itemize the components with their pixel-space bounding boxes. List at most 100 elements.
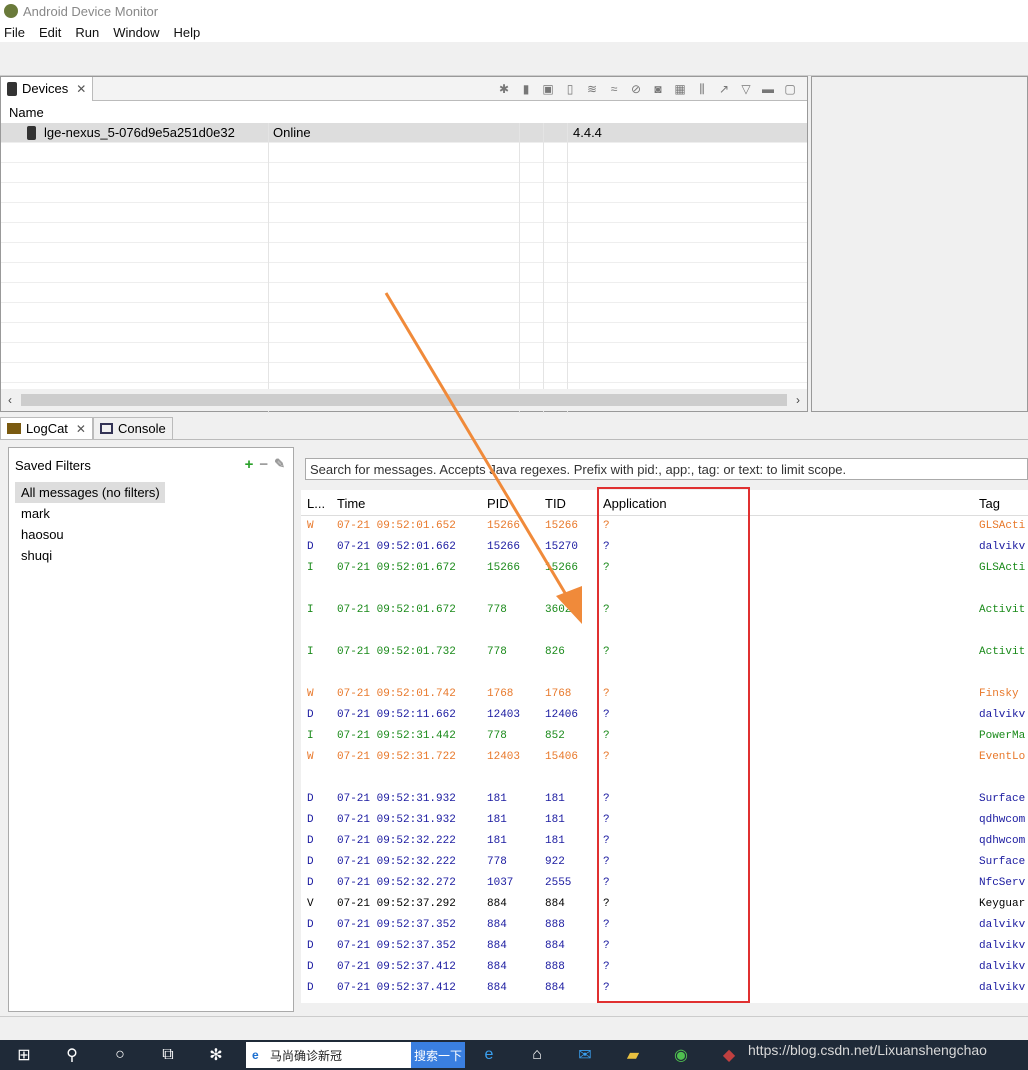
log-row[interactable]	[301, 579, 1028, 600]
log-tid: 888	[545, 919, 565, 931]
tab-devices[interactable]: Devices ✕	[1, 76, 94, 101]
column-header-name[interactable]: Name	[1, 101, 807, 123]
start-profiling-icon[interactable]: ≈	[605, 80, 623, 98]
filter-item[interactable]: All messages (no filters)	[15, 482, 165, 503]
menu-edit[interactable]: Edit	[39, 25, 61, 40]
stop-process-icon[interactable]: ⊘	[627, 80, 645, 98]
column-header-tid[interactable]: TID	[545, 496, 566, 511]
tab-console[interactable]: Console	[92, 417, 173, 439]
log-row[interactable]: W 07-21 09:52:31.722 12403 15406? EventLo	[301, 747, 1028, 768]
log-level: W	[307, 688, 314, 700]
column-header-application[interactable]: Application	[603, 496, 667, 511]
store-icon[interactable]: ⌂	[513, 1040, 561, 1070]
log-row[interactable]: D 07-21 09:52:32.222 778 922? Surface	[301, 852, 1028, 873]
log-tid: 852	[545, 730, 565, 742]
log-row[interactable]: I 07-21 09:52:31.442 778 852? PowerMa	[301, 726, 1028, 747]
taskbar-search-button[interactable]: 搜索一下	[411, 1042, 465, 1068]
log-row[interactable]: D 07-21 09:52:37.352 884 884? dalvikv	[301, 936, 1028, 957]
log-row[interactable]	[301, 768, 1028, 789]
device-row[interactable]: lge-nexus_5-076d9e5a251d0e32 Online 4.4.…	[1, 123, 807, 143]
log-tag: dalvikv	[979, 940, 1026, 952]
minimize-icon[interactable]: ▬	[759, 80, 777, 98]
log-row[interactable]: V 07-21 09:52:37.292 884 884? Keyguar	[301, 894, 1028, 915]
log-level: D	[307, 961, 314, 973]
log-level: I	[307, 562, 314, 574]
log-row[interactable]: D 07-21 09:52:37.352 884 888? dalvikv	[301, 915, 1028, 936]
log-time: 07-21 09:52:32.222	[337, 835, 456, 847]
taskbar-search-field[interactable]: e 马尚确诊新冠	[246, 1042, 411, 1068]
menu-window[interactable]: Window	[113, 25, 159, 40]
log-row[interactable]: D 07-21 09:52:11.662 12403 12406? dalvikv	[301, 705, 1028, 726]
menu-file[interactable]: File	[4, 25, 25, 40]
log-row[interactable]: D 07-21 09:52:32.272 1037 2555? NfcServ	[301, 873, 1028, 894]
tab-logcat[interactable]: LogCat ✕	[0, 417, 93, 439]
horizontal-scrollbar[interactable]: ‹ ›	[1, 389, 807, 411]
log-row[interactable]: I 07-21 09:52:01.732 778 826? Activit	[301, 642, 1028, 663]
systrace-icon[interactable]: ⫼	[693, 80, 711, 98]
tab-logcat-label: LogCat	[26, 421, 68, 436]
saved-filters-title: Saved Filters	[15, 457, 91, 473]
log-row[interactable]: D 07-21 09:52:37.412 884 888? dalvikv	[301, 957, 1028, 978]
scroll-right-icon[interactable]: ›	[789, 393, 807, 407]
menu-run[interactable]: Run	[75, 25, 99, 40]
log-row[interactable]: I 07-21 09:52:01.672 778 3602? Activit	[301, 600, 1028, 621]
column-header-pid[interactable]: PID	[487, 496, 509, 511]
scroll-thumb[interactable]	[21, 394, 787, 406]
log-row[interactable]: D 07-21 09:52:01.662 15266 15270? dalvikv	[301, 537, 1028, 558]
log-row[interactable]	[301, 621, 1028, 642]
debug-icon[interactable]: ✱	[495, 80, 513, 98]
taskbar-search-text: 马尚确诊新冠	[270, 1048, 343, 1063]
log-row[interactable]: W 07-21 09:52:01.652 15266 15266? GLSActi	[301, 516, 1028, 537]
update-threads-icon[interactable]: ≋	[583, 80, 601, 98]
log-time: 07-21 09:52:31.442	[337, 730, 456, 742]
log-level: D	[307, 856, 314, 868]
log-row[interactable]: D 07-21 09:52:37.412 884 884? dalvikv	[301, 978, 1028, 999]
cause-gc-icon[interactable]: ▯	[561, 80, 579, 98]
title-bar: Android Device Monitor	[0, 0, 1028, 22]
log-row[interactable]: D 07-21 09:52:31.932 181 181? qdhwcom	[301, 810, 1028, 831]
filter-item[interactable]: mark	[15, 503, 293, 524]
task-view-icon[interactable]: ⧉	[144, 1040, 192, 1070]
edge-icon[interactable]: e	[465, 1040, 513, 1070]
menu-help[interactable]: Help	[173, 25, 200, 40]
close-icon[interactable]: ✕	[76, 422, 86, 436]
column-header-tag[interactable]: Tag	[979, 496, 1000, 511]
pinwheel-icon[interactable]: ✻	[192, 1040, 240, 1070]
log-row[interactable]: D 07-21 09:52:31.932 181 181? Surface	[301, 789, 1028, 810]
browser-icon[interactable]: ◉	[657, 1040, 705, 1070]
column-header-time[interactable]: Time	[337, 496, 365, 511]
add-filter-icon[interactable]: +	[245, 456, 254, 473]
app-icon[interactable]: ◆	[705, 1040, 753, 1070]
edit-filter-icon[interactable]: ✎	[274, 456, 285, 473]
windows-start-icon[interactable]: ⊞	[0, 1040, 48, 1070]
maximize-icon[interactable]: ▢	[781, 80, 799, 98]
log-row[interactable]: I 07-21 09:52:01.672 15266 15266? GLSActi	[301, 558, 1028, 579]
update-heap-icon[interactable]: ▮	[517, 80, 535, 98]
search-input[interactable]: Search for messages. Accepts Java regexe…	[305, 458, 1028, 480]
mail-icon[interactable]: ✉	[561, 1040, 609, 1070]
view-menu-icon[interactable]: ▽	[737, 80, 755, 98]
close-icon[interactable]: ✕	[76, 82, 86, 96]
search-icon[interactable]: ⚲	[48, 1040, 96, 1070]
log-application: ?	[603, 877, 610, 889]
column-header-level[interactable]: L...	[307, 496, 325, 511]
log-tid: 15266	[545, 520, 579, 532]
cortana-icon[interactable]: ○	[96, 1040, 144, 1070]
screen-capture-icon[interactable]: ◙	[649, 80, 667, 98]
log-row[interactable]: D 07-21 09:52:32.222 181 181? qdhwcom	[301, 831, 1028, 852]
dump-hprof-icon[interactable]: ▣	[539, 80, 557, 98]
log-tid: 2555	[545, 877, 572, 889]
folder-icon[interactable]: ▰	[609, 1040, 657, 1070]
filter-item[interactable]: haosou	[15, 524, 293, 545]
scroll-left-icon[interactable]: ‹	[1, 393, 19, 407]
log-row[interactable]	[301, 663, 1028, 684]
empty-row	[1, 363, 807, 383]
dump-view-icon[interactable]: ▦	[671, 80, 689, 98]
log-tag: Activit	[979, 604, 1026, 616]
log-row[interactable]: W 07-21 09:52:01.742 1768 1768? Finsky	[301, 684, 1028, 705]
remove-filter-icon[interactable]: −	[259, 456, 268, 473]
menu-bar: File Edit Run Window Help	[0, 22, 1028, 42]
log-pid: 15266	[487, 520, 521, 532]
opengl-trace-icon[interactable]: ↗	[715, 80, 733, 98]
filter-item[interactable]: shuqi	[15, 545, 293, 566]
